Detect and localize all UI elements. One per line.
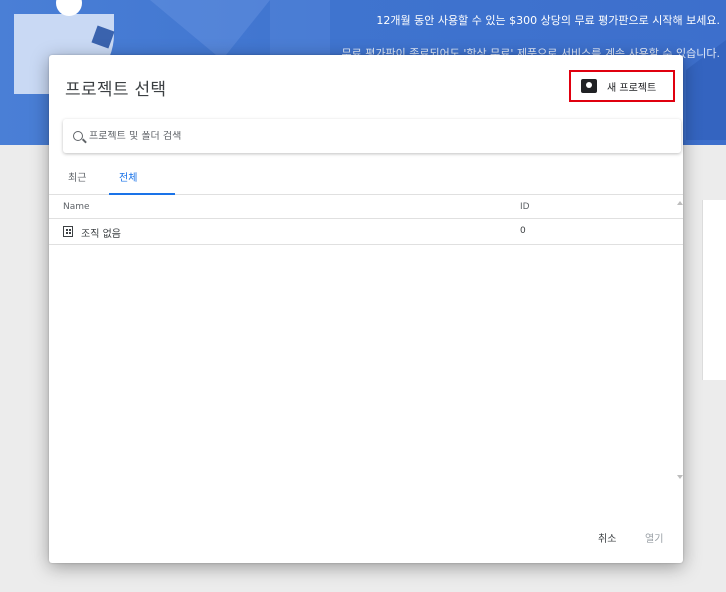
hero-decoration xyxy=(150,0,270,60)
tab-bar: 최근 전체 xyxy=(49,159,683,195)
trial-banner-text: 12개월 동안 사용할 수 있는 $300 상당의 무료 평가판으로 시작해 보… xyxy=(376,14,720,27)
new-project-label: 새 프로젝트 xyxy=(607,82,657,94)
cancel-button[interactable]: 취소 xyxy=(598,530,616,545)
background-card xyxy=(702,200,726,380)
table-row[interactable]: 조직 없음 0 xyxy=(49,219,683,245)
dialog-title: 프로젝트 선택 xyxy=(65,80,167,100)
column-header-name[interactable]: Name xyxy=(63,202,90,212)
tab-all[interactable]: 전체 xyxy=(119,169,137,184)
scroll-up-arrow-icon[interactable] xyxy=(677,201,683,205)
row-id: 0 xyxy=(520,226,526,236)
column-header-id[interactable]: ID xyxy=(520,202,530,212)
table-header: Name ID xyxy=(49,195,683,219)
search-icon xyxy=(73,131,83,141)
camera-folder-icon xyxy=(581,79,597,93)
project-table: Name ID 조직 없음 0 xyxy=(49,195,683,245)
scrollbar[interactable] xyxy=(677,197,683,487)
open-button[interactable]: 열기 xyxy=(645,530,663,545)
select-project-dialog: 프로젝트 선택 새 프로젝트 최근 전체 Name ID 조직 없음 0 취소 … xyxy=(49,55,683,563)
scroll-down-arrow-icon[interactable] xyxy=(677,475,683,479)
search-box[interactable] xyxy=(63,119,681,153)
new-project-button[interactable]: 새 프로젝트 xyxy=(569,70,675,102)
building-icon xyxy=(63,226,73,237)
search-input[interactable] xyxy=(89,130,649,142)
row-name: 조직 없음 xyxy=(81,229,121,240)
tab-recent[interactable]: 최근 xyxy=(68,169,86,184)
dialog-footer: 취소 열기 xyxy=(49,523,683,553)
